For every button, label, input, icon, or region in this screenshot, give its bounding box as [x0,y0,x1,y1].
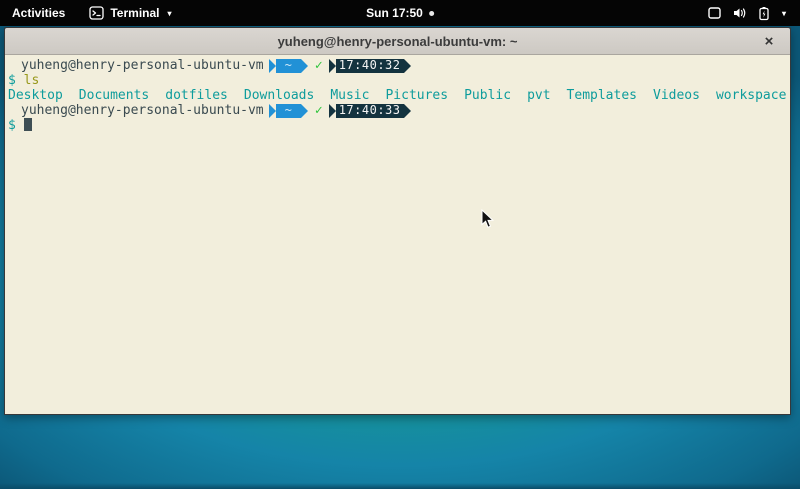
prompt-time-segment: 17:40:32 [336,59,404,73]
command-line-2: $ [8,118,787,133]
gnome-top-bar: Activities Terminal ▾ Sun 17:50 [0,0,800,26]
battery-charging-icon [758,6,770,21]
prompt-line-2: yuheng@henry-personal-ubuntu-vm ~ ✓ 17:4… [8,103,787,118]
powerline-arrow-icon [301,59,308,73]
powerline-arrow-icon [269,59,276,73]
command-text: ls [24,73,40,88]
activities-label: Activities [12,6,65,20]
terminal-cursor [24,118,32,131]
volume-icon [732,6,748,20]
ls-item: dotfiles [165,88,228,103]
ls-item: Desktop [8,88,63,103]
window-title: yuheng@henry-personal-ubuntu-vm: ~ [278,34,518,49]
ls-item: Public [464,88,511,103]
ls-item: Templates [567,88,637,103]
prompt-symbol: $ [8,73,16,88]
ls-item: Documents [79,88,149,103]
powerline-arrow-icon [301,104,308,118]
powerline-arrow-icon [404,104,411,118]
ls-item: workspace [716,88,786,103]
prompt-cwd-segment: ~ [276,59,301,73]
powerline-arrow-icon [404,59,411,73]
terminal-window: yuheng@henry-personal-ubuntu-vm: ~ × yuh… [4,27,791,415]
window-titlebar[interactable]: yuheng@henry-personal-ubuntu-vm: ~ × [5,28,790,55]
prompt-cwd-segment: ~ [276,104,301,118]
clock-button[interactable]: Sun 17:50 [358,0,442,26]
powerline-arrow-icon [329,59,336,73]
powerline-arrow-icon [269,104,276,118]
app-menu-button[interactable]: Terminal ▾ [77,0,183,26]
clock-label: Sun 17:50 [366,6,423,20]
prompt-user-host: yuheng@henry-personal-ubuntu-vm [21,58,264,73]
system-status-area[interactable]: ▾ [701,0,792,26]
ls-item: pvt [527,88,550,103]
ls-item: Downloads [244,88,314,103]
display-icon [707,6,722,20]
prompt-user-host: yuheng@henry-personal-ubuntu-vm [21,103,264,118]
terminal-app-icon [89,6,104,20]
ls-item: Videos [653,88,700,103]
command-line-1: $ ls [8,73,787,88]
activities-button[interactable]: Activities [0,0,77,26]
prompt-time-segment: 17:40:33 [336,104,404,118]
prompt-symbol: $ [8,118,16,133]
app-menu-label: Terminal [110,6,159,20]
terminal-content[interactable]: yuheng@henry-personal-ubuntu-vm ~ ✓ 17:4… [5,55,790,414]
status-check-icon: ✓ [315,103,323,118]
ls-item: Music [330,88,369,103]
notification-dot-icon [429,11,434,16]
status-check-icon: ✓ [315,58,323,73]
prompt-line-1: yuheng@henry-personal-ubuntu-vm ~ ✓ 17:4… [8,58,787,73]
ls-item: Pictures [385,88,448,103]
ls-output: Desktop Documents dotfiles Downloads Music Pi… [8,88,787,103]
powerline-arrow-icon [329,104,336,118]
chevron-down-icon: ▾ [782,9,786,18]
app-menu-caret-icon: ▾ [167,9,171,18]
close-button[interactable]: × [756,28,782,55]
